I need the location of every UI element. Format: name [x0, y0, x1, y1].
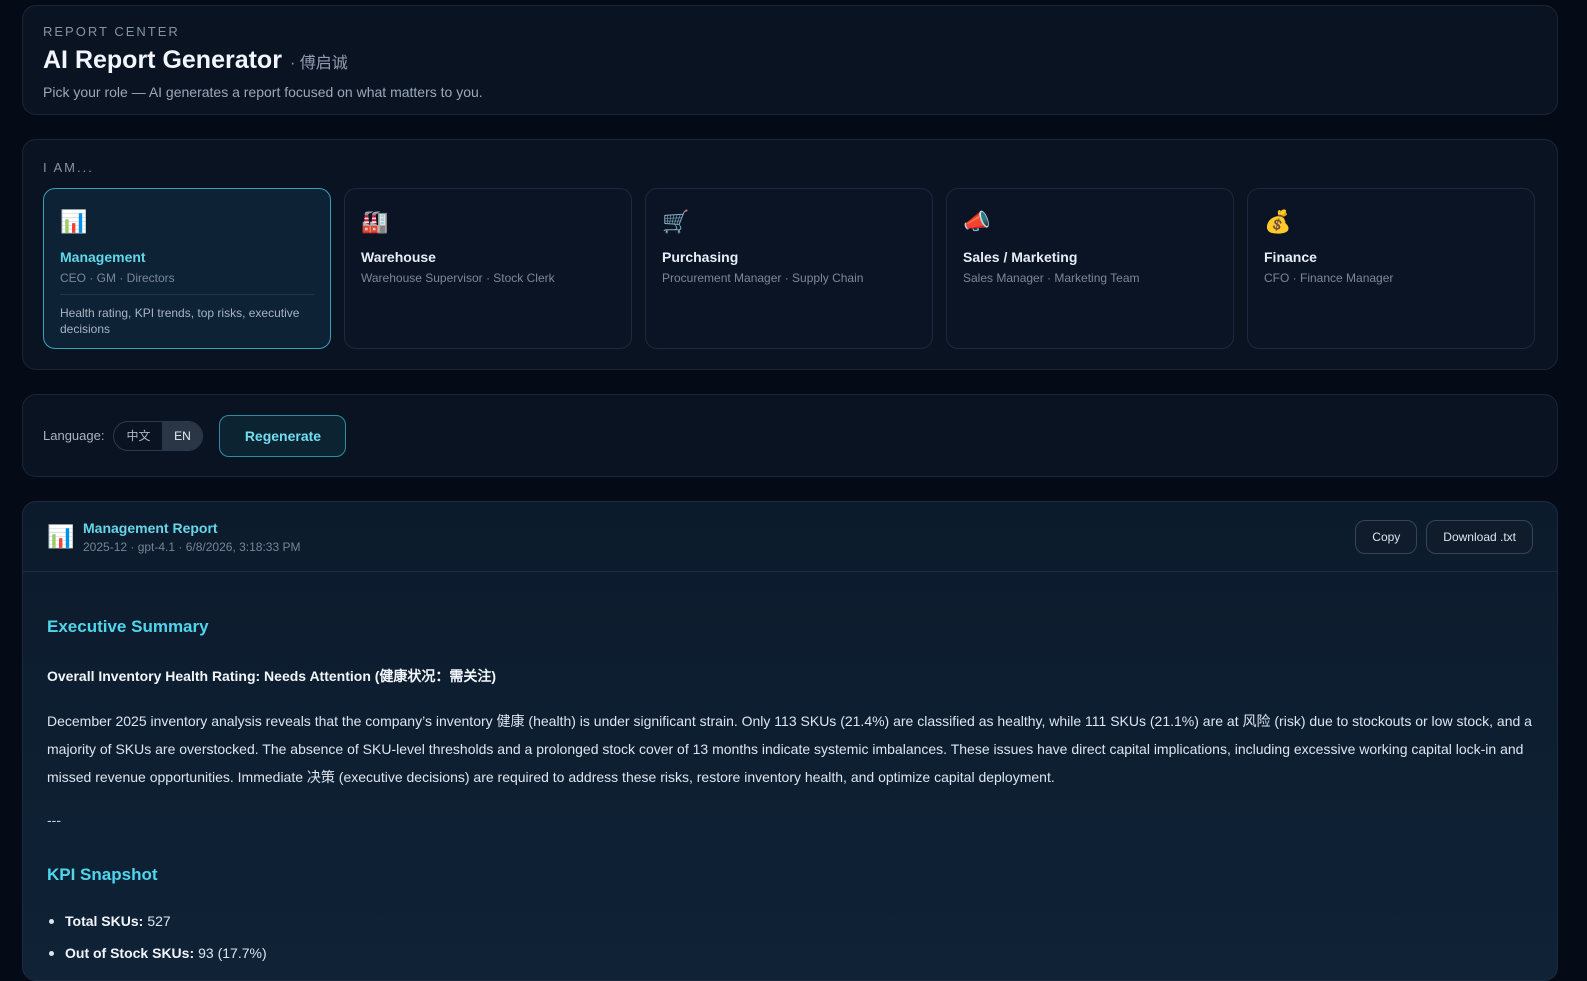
role-name: Purchasing — [662, 249, 739, 265]
list-item: Out of Stock SKUs: 93 (17.7%) — [47, 937, 1533, 969]
kpi-label: Total SKUs: — [65, 913, 144, 929]
role-subtitle: Sales Manager · Marketing Team — [963, 271, 1140, 285]
report-body: Executive Summary Overall Inventory Heal… — [23, 617, 1557, 969]
health-rating: Overall Inventory Health Rating: Needs A… — [47, 668, 497, 684]
kpi-label: Out of Stock SKUs: — [65, 945, 195, 961]
role-card-finance[interactable]: 💰 Finance CFO · Finance Manager — [1247, 188, 1535, 349]
summary-paragraph: December 2025 inventory analysis reveals… — [47, 713, 1532, 785]
title-row: AI Report Generator · 傅启诚 — [43, 46, 1537, 75]
download-txt-button[interactable]: Download .txt — [1426, 519, 1533, 554]
list-item: Total SKUs: 527 — [47, 905, 1533, 937]
role-subtitle: Warehouse Supervisor · Stock Clerk — [361, 271, 555, 285]
role-card-purchasing[interactable]: 🛒 Purchasing Procurement Manager · Suppl… — [645, 188, 933, 349]
role-card-warehouse[interactable]: 🏭 Warehouse Warehouse Supervisor · Stock… — [344, 188, 632, 349]
role-name: Warehouse — [361, 249, 436, 265]
role-subtitle: CEO · GM · Directors — [60, 271, 175, 285]
controls-panel: Language: 中文 EN Regenerate — [22, 394, 1558, 477]
role-subtitle: Procurement Manager · Supply Chain — [662, 271, 864, 285]
report-header: 📊 Management Report 2025-12 · gpt-4.1 · … — [23, 502, 1557, 572]
role-description: Health rating, KPI trends, top risks, ex… — [60, 306, 300, 336]
report-heading: Management Report 2025-12 · gpt-4.1 · 6/… — [83, 520, 300, 554]
role-name: Finance — [1264, 249, 1317, 265]
role-card-management[interactable]: 📊 Management CEO · GM · Directors Health… — [43, 188, 331, 349]
report-panel: 📊 Management Report 2025-12 · gpt-4.1 · … — [22, 501, 1558, 981]
section-title-executive-summary: Executive Summary — [47, 617, 209, 636]
role-card-sales-marketing[interactable]: 📣 Sales / Marketing Sales Manager · Mark… — [946, 188, 1234, 349]
role-picker-label: I AM... — [43, 160, 94, 175]
eyebrow-label: REPORT CENTER — [43, 24, 180, 39]
page-title-suffix: · 傅启诚 — [289, 55, 348, 72]
report-meta: 2025-12 · gpt-4.1 · 6/8/2026, 3:18:33 PM — [83, 539, 301, 554]
language-option-zh[interactable]: 中文 — [114, 422, 162, 450]
role-name: Management — [60, 249, 146, 265]
money-bag-icon: 💰 — [1264, 209, 1292, 234]
role-subtitle: CFO · Finance Manager — [1264, 271, 1394, 285]
role-picker-panel: I AM... 📊 Management CEO · GM · Director… — [22, 139, 1558, 370]
factory-icon: 🏭 — [361, 209, 389, 234]
report-title: Management Report — [83, 519, 218, 536]
section-divider: --- — [47, 812, 61, 828]
page-title: AI Report Generator — [43, 46, 282, 74]
language-toggle: 中文 EN — [113, 420, 204, 451]
kpi-list: Total SKUs: 527 Out of Stock SKUs: 93 (1… — [47, 905, 1533, 969]
report-actions: Copy Download .txt — [1355, 519, 1533, 554]
copy-button[interactable]: Copy — [1355, 519, 1418, 554]
header-panel: REPORT CENTER AI Report Generator · 傅启诚 … — [22, 5, 1558, 115]
cart-icon: 🛒 — [662, 209, 690, 234]
page-subtitle: Pick your role — AI generates a report f… — [43, 84, 483, 100]
bar-chart-icon: 📊 — [60, 209, 88, 234]
language-option-en[interactable]: EN — [162, 421, 203, 450]
role-divider — [60, 294, 314, 295]
role-name: Sales / Marketing — [963, 249, 1078, 265]
bar-chart-icon: 📊 — [47, 523, 75, 549]
language-label: Language: — [43, 428, 105, 443]
regenerate-button[interactable]: Regenerate — [219, 414, 347, 457]
megaphone-icon: 📣 — [963, 209, 991, 234]
kpi-value: 93 (17.7%) — [198, 945, 267, 961]
kpi-value: 527 — [147, 913, 171, 929]
role-card-list: 📊 Management CEO · GM · Directors Health… — [43, 188, 1537, 349]
section-title-kpi-snapshot: KPI Snapshot — [47, 865, 158, 884]
